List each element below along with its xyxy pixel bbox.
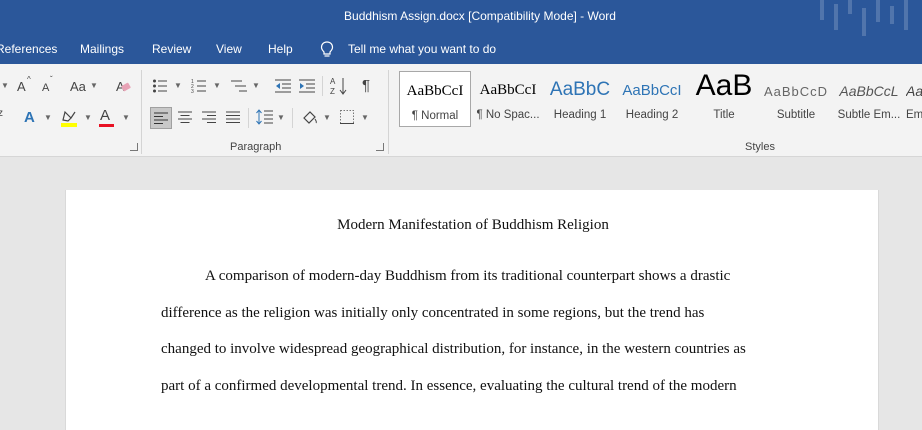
ribbon: ▼ A ^ A ˇ Aa ▼ A z A ▼ ▼ A ▼ ▼ 1 2 3 ▼ ▼ <box>0 64 922 157</box>
style-name: Title <box>713 109 735 121</box>
increase-indent-icon[interactable] <box>298 78 316 94</box>
style-normal[interactable]: AaBbCcI ¶ Normal <box>399 71 471 127</box>
ribbon-tabs: References Mailings Review View Help Tel… <box>0 36 922 64</box>
style-preview: AaBbC <box>549 79 611 100</box>
shading-icon[interactable] <box>300 108 320 128</box>
line-spacing-chevron-icon[interactable]: ▼ <box>277 110 285 126</box>
style-heading-1[interactable]: AaBbC Heading 1 <box>544 71 616 127</box>
svg-text:Z: Z <box>330 87 335 96</box>
font-size-dropdown-chevron-icon[interactable]: ▼ <box>1 78 9 94</box>
text-effects-icon[interactable]: A <box>24 110 35 126</box>
style-preview: AaB <box>695 71 753 102</box>
document-title[interactable]: Modern Manifestation of Buddhism Religio… <box>66 217 880 234</box>
font-color-icon[interactable]: A <box>100 108 110 124</box>
paragraph-dialog-launcher-icon[interactable] <box>376 143 384 151</box>
style-preview: AaBbCcD <box>763 84 829 99</box>
align-left-icon <box>154 112 168 124</box>
lightbulb-icon <box>320 41 334 57</box>
superscript-fragment[interactable]: z <box>0 108 3 119</box>
style-emphasis[interactable]: AaB Em <box>906 71 922 127</box>
style-name: Heading 2 <box>625 109 679 121</box>
body-line[interactable]: changed to involve widespread geographic… <box>161 341 746 358</box>
style-heading-2[interactable]: AaBbCcI Heading 2 <box>616 71 688 127</box>
style-name: ¶ Normal <box>411 110 459 122</box>
align-right-icon[interactable] <box>202 111 216 123</box>
font-color-bar <box>99 124 114 127</box>
style-subtitle[interactable]: AaBbCcD Subtitle <box>760 71 832 127</box>
group-separator <box>388 70 389 154</box>
justify-icon[interactable] <box>226 111 240 123</box>
align-center-icon[interactable] <box>178 111 192 123</box>
multilevel-list-icon[interactable] <box>230 78 248 94</box>
borders-icon[interactable] <box>340 110 354 124</box>
style-preview: AaB <box>906 83 922 99</box>
tab-help[interactable]: Help <box>268 42 293 56</box>
numbering-chevron-icon[interactable]: ▼ <box>213 78 221 94</box>
body-line[interactable]: part of a confirmed developmental trend.… <box>161 378 737 395</box>
button-separator <box>292 108 293 128</box>
window-title: Buddhism Assign.docx [Compatibility Mode… <box>344 9 616 23</box>
highlighter-icon[interactable] <box>60 108 80 128</box>
grow-font-icon[interactable]: A <box>17 79 26 95</box>
highlight-chevron-icon[interactable]: ▼ <box>84 110 92 126</box>
style-name: ¶ No Spac... <box>476 109 540 121</box>
style-no-spacing[interactable]: AaBbCcI ¶ No Spac... <box>472 71 544 127</box>
style-name: Subtitle <box>776 109 816 121</box>
style-name: Subtle Em... <box>837 109 901 121</box>
body-line[interactable]: difference as the religion was initially… <box>161 305 704 322</box>
bullets-chevron-icon[interactable]: ▼ <box>174 78 182 94</box>
style-title[interactable]: AaB Title <box>688 71 760 127</box>
style-preview: AaBbCcI <box>406 83 464 99</box>
document-canvas[interactable]: Modern Manifestation of Buddhism Religio… <box>0 157 922 430</box>
numbering-icon[interactable]: 1 2 3 <box>191 78 207 94</box>
shrink-font-icon[interactable]: A <box>42 80 49 96</box>
document-page[interactable]: Modern Manifestation of Buddhism Religio… <box>65 190 879 430</box>
svg-text:3: 3 <box>191 89 194 94</box>
button-separator <box>248 108 249 128</box>
body-line[interactable]: A comparison of modern-day Buddhism from… <box>205 268 730 285</box>
style-preview: AaBbCcI <box>479 82 537 98</box>
line-spacing-icon[interactable] <box>256 108 274 126</box>
tab-view[interactable]: View <box>216 42 242 56</box>
font-color-chevron-icon[interactable]: ▼ <box>122 110 130 126</box>
tab-review[interactable]: Review <box>152 42 191 56</box>
style-name: Em <box>906 109 922 121</box>
style-preview: AaBbCcI <box>622 82 682 99</box>
tab-mailings[interactable]: Mailings <box>80 42 124 56</box>
show-formatting-marks-icon[interactable]: ¶ <box>362 78 370 94</box>
bullets-icon[interactable] <box>152 78 168 94</box>
align-left-button[interactable] <box>150 107 172 129</box>
group-separator <box>141 70 142 154</box>
shrink-arrow-icon: ˇ <box>50 75 53 84</box>
change-case-chevron-icon[interactable]: ▼ <box>90 78 98 94</box>
multilevel-chevron-icon[interactable]: ▼ <box>252 78 260 94</box>
tell-me-search[interactable]: Tell me what you want to do <box>348 42 496 56</box>
clear-formatting-icon[interactable]: A <box>115 78 131 94</box>
paragraph-group-label: Paragraph <box>230 141 282 153</box>
sort-icon[interactable]: A Z <box>330 76 348 96</box>
style-name: Heading 1 <box>553 109 607 121</box>
font-dialog-launcher-icon[interactable] <box>130 143 138 151</box>
text-effects-chevron-icon[interactable]: ▼ <box>44 110 52 126</box>
tab-references[interactable]: References <box>0 42 57 56</box>
borders-chevron-icon[interactable]: ▼ <box>361 110 369 126</box>
styles-group-label: Styles <box>745 141 775 153</box>
decrease-indent-icon[interactable] <box>274 78 292 94</box>
change-case-icon[interactable]: Aa <box>70 79 86 95</box>
title-bar: Buddhism Assign.docx [Compatibility Mode… <box>0 0 922 36</box>
style-subtle-emphasis[interactable]: AaBbCcL Subtle Em... <box>832 71 906 127</box>
shading-chevron-icon[interactable]: ▼ <box>323 110 331 126</box>
style-preview: AaBbCcL <box>839 83 899 99</box>
svg-text:A: A <box>330 77 336 86</box>
grow-arrow-icon: ^ <box>27 75 31 84</box>
title-bar-pattern <box>820 0 908 36</box>
button-separator <box>322 76 323 96</box>
